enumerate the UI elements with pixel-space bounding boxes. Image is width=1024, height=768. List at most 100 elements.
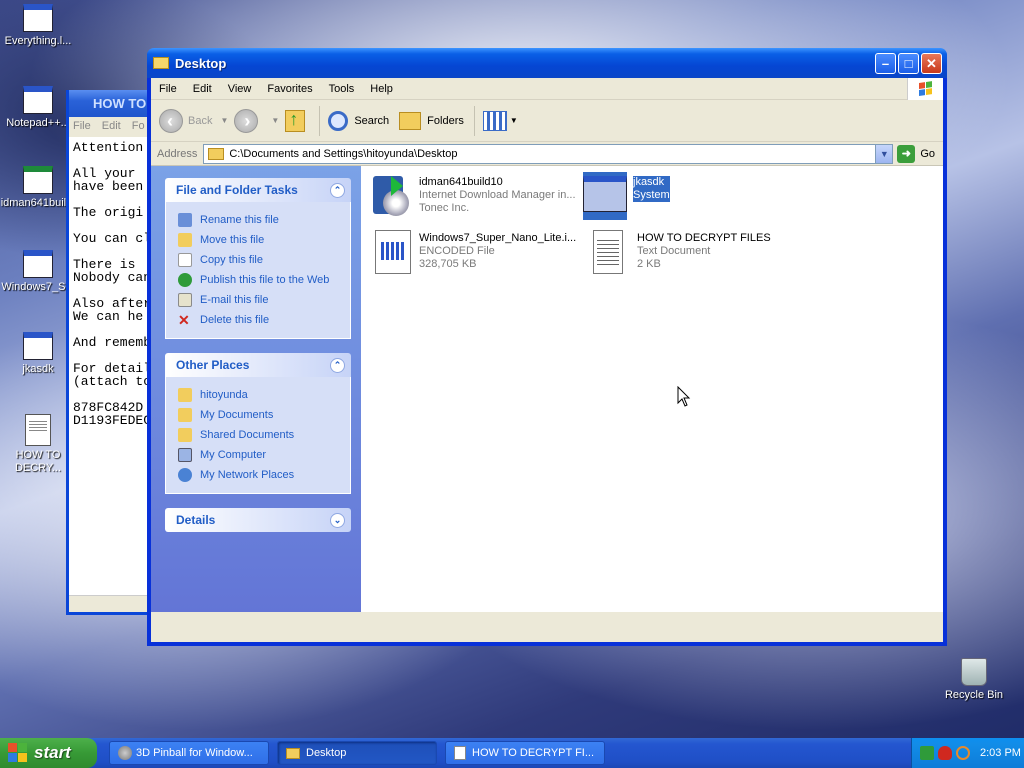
details-group: Details ⌄ [165, 508, 351, 532]
menu-tools[interactable]: Tools [321, 83, 363, 95]
back-label: Back [188, 114, 213, 127]
go-button[interactable]: ➜ Go [897, 144, 935, 163]
desktop-icon-label: Everything.l... [4, 35, 72, 47]
notepad-title: HOW TO [93, 96, 147, 111]
file-list[interactable]: idman641build10 Internet Download Manage… [361, 166, 943, 612]
task-move[interactable]: Move this file [178, 230, 340, 250]
place-shared-documents[interactable]: Shared Documents [178, 425, 340, 445]
application-icon [23, 250, 53, 278]
desktop-icon-recycle-bin[interactable]: Recycle Bin [936, 658, 1012, 702]
explorer-title-bar[interactable]: Desktop – □ ✕ [147, 48, 947, 78]
up-button[interactable] [285, 109, 309, 132]
forward-button[interactable] [234, 108, 263, 133]
place-hitoyunda[interactable]: hitoyunda [178, 385, 340, 405]
toolbar-separator [473, 105, 475, 136]
desktop-icon-notepadpp[interactable]: Notepad++... [0, 86, 76, 130]
desktop-icon-windows7[interactable]: Windows7_S... [0, 250, 76, 294]
address-field[interactable]: C:\Documents and Settings\hitoyunda\Desk… [203, 143, 894, 164]
file-item-windows7[interactable]: Windows7_Super_Nano_Lite.i... ENCODED Fi… [369, 228, 579, 276]
task-label: Publish this file to the Web [200, 274, 330, 286]
task-copy[interactable]: Copy this file [178, 250, 340, 270]
computer-icon [178, 448, 192, 462]
file-name: HOW TO DECRYPT FILES [637, 232, 771, 244]
back-button[interactable]: Back [159, 108, 213, 133]
file-folder-tasks-header[interactable]: File and Folder Tasks ⌃ [165, 178, 351, 202]
shared-folder-icon [178, 428, 192, 442]
views-button[interactable]: ▼ [482, 110, 518, 131]
task-email[interactable]: E-mail this file [178, 290, 340, 310]
folder-icon [178, 388, 192, 402]
place-my-computer[interactable]: My Computer [178, 445, 340, 465]
windows-logo [907, 78, 943, 100]
file-type: Text Document [637, 245, 711, 257]
start-label: start [34, 743, 71, 762]
views-dropdown-arrow: ▼ [509, 116, 518, 125]
desktop-icon-jkasdk[interactable]: jkasdk [0, 332, 76, 376]
notepad-window[interactable]: HOW TO File Edit Fo Attention All your h… [66, 90, 156, 615]
toolbar-separator [319, 105, 321, 136]
task-label: Delete this file [200, 314, 270, 326]
search-button[interactable]: Search [328, 110, 389, 131]
details-header[interactable]: Details ⌄ [165, 508, 351, 532]
menu-help[interactable]: Help [362, 83, 401, 95]
folder-icon [153, 57, 169, 69]
forward-arrow-icon [234, 108, 259, 133]
horizontal-scrollbar[interactable] [69, 595, 153, 612]
place-my-network[interactable]: My Network Places [178, 465, 340, 485]
task-publish[interactable]: Publish this file to the Web [178, 270, 340, 290]
start-button[interactable]: start [0, 738, 97, 768]
task-rename[interactable]: Rename this file [178, 210, 340, 230]
expand-chevron-icon[interactable]: ⌄ [330, 512, 345, 528]
taskbar-button-pinball[interactable]: 3D Pinball for Window... [109, 741, 269, 765]
file-size: 328,705 KB [419, 258, 477, 270]
task-pane: File and Folder Tasks ⌃ Rename this file… [151, 166, 361, 612]
search-tray-icon[interactable] [956, 746, 970, 760]
folders-button[interactable]: Folders [399, 111, 464, 130]
desktop-icon-label: Recycle Bin [944, 689, 1004, 701]
windows-logo-icon [8, 743, 28, 763]
explorer-window[interactable]: Desktop – □ ✕ File Edit View Favorites T… [147, 48, 947, 646]
notepad-menu-bar[interactable]: File Edit Fo [69, 117, 153, 137]
file-item-jkasdk[interactable]: jkasdk System [583, 172, 793, 220]
menu-file[interactable]: File [151, 83, 185, 95]
standard-toolbar: Back ▼ ▼ Search Folders ▼ [151, 100, 943, 142]
maximize-button[interactable]: □ [898, 52, 919, 74]
desktop-icon-how-to-decrypt[interactable]: HOW TO DECRY... [0, 414, 76, 475]
other-places-group: Other Places ⌃ hitoyunda My Documents Sh… [165, 353, 351, 494]
menu-edit[interactable]: Edit [185, 83, 220, 95]
notepad-text-area[interactable]: Attention All your have been The origi Y… [69, 137, 153, 431]
folder-icon [208, 147, 225, 160]
address-dropdown-button[interactable]: ▼ [875, 144, 893, 163]
notepad-title-bar[interactable]: HOW TO [69, 90, 153, 117]
other-places-header[interactable]: Other Places ⌃ [165, 353, 351, 377]
taskbar-button-desktop[interactable]: Desktop [277, 741, 437, 765]
place-label: hitoyunda [200, 389, 248, 401]
collapse-chevron-icon[interactable]: ⌃ [330, 182, 345, 198]
task-delete[interactable]: ✕ Delete this file [178, 310, 340, 330]
window-title: Desktop [175, 55, 227, 71]
file-item-idman[interactable]: idman641build10 Internet Download Manage… [369, 172, 579, 220]
clock[interactable]: 2:03 PM [980, 747, 1021, 759]
pinball-icon [118, 746, 132, 760]
desktop-icon-idman[interactable]: idman641buil... [0, 166, 76, 210]
place-my-documents[interactable]: My Documents [178, 405, 340, 425]
desktop-icon-everything[interactable]: Everything.l... [0, 4, 76, 48]
taskbar-button-label: 3D Pinball for Window... [136, 747, 253, 759]
back-dropdown-arrow[interactable]: ▼ [220, 116, 228, 125]
go-label: Go [920, 147, 935, 160]
encoded-file-icon [369, 228, 413, 276]
security-shield-icon[interactable] [938, 746, 952, 760]
menu-view[interactable]: View [220, 83, 260, 95]
forward-dropdown-arrow[interactable]: ▼ [271, 116, 279, 125]
menu-favorites[interactable]: Favorites [259, 83, 320, 95]
taskbar-button-notepad[interactable]: HOW TO DECRYPT FI... [445, 741, 605, 765]
windows-flag-icon [919, 81, 933, 97]
collapse-chevron-icon[interactable]: ⌃ [330, 357, 345, 373]
minimize-button[interactable]: – [875, 52, 896, 74]
file-item-how-to-decrypt[interactable]: HOW TO DECRYPT FILES Text Document 2 KB [587, 228, 797, 276]
window-app-icon [23, 332, 53, 360]
address-value: C:\Documents and Settings\hitoyunda\Desk… [229, 147, 458, 160]
network-tray-icon[interactable] [920, 746, 934, 760]
close-button[interactable]: ✕ [921, 52, 942, 74]
search-icon [328, 110, 349, 131]
